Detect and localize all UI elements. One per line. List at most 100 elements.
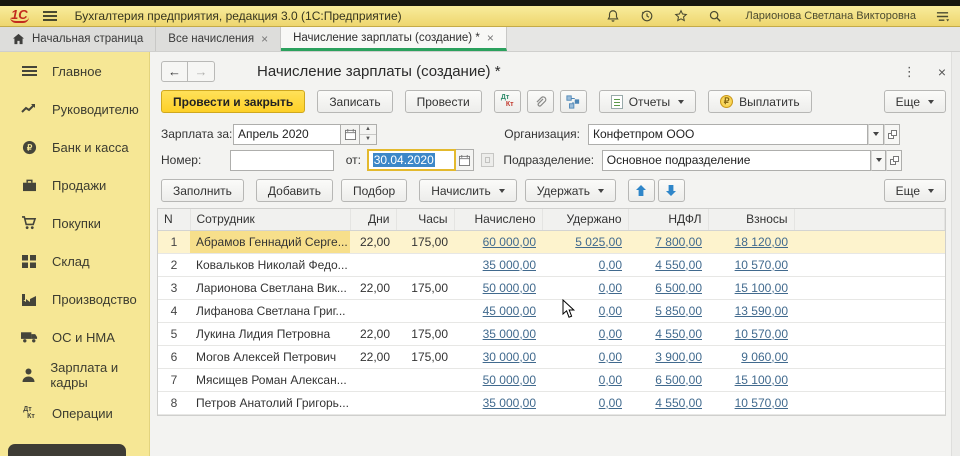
cell-days[interactable]: 22,00 (350, 322, 396, 345)
contrib-link[interactable]: 15 100,00 (735, 373, 788, 387)
col-accrued[interactable]: Начислено (454, 209, 542, 230)
cell-hours[interactable] (396, 391, 454, 414)
department-field[interactable]: Основное подразделение (602, 150, 871, 171)
doc-close-icon[interactable]: × (938, 64, 946, 80)
cell-hours[interactable] (396, 368, 454, 391)
add-button[interactable]: Добавить (256, 179, 333, 202)
withheld-link[interactable]: 0,00 (599, 304, 622, 318)
sidebar-item-purchases[interactable]: Покупки (0, 204, 149, 242)
cell-n[interactable]: 6 (158, 345, 190, 368)
cell-n[interactable]: 4 (158, 299, 190, 322)
ndfl-link[interactable]: 6 500,00 (655, 373, 702, 387)
contrib-link[interactable]: 9 060,00 (741, 350, 788, 364)
organization-open-icon[interactable] (884, 124, 900, 145)
cell-employee[interactable]: Петров Анатолий Григорь... (190, 391, 350, 414)
accrued-link[interactable]: 35 000,00 (483, 396, 536, 410)
tab-close-icon[interactable]: × (261, 32, 268, 46)
accrued-link[interactable]: 50 000,00 (483, 281, 536, 295)
cell-employee[interactable]: Абрамов Геннадий Серге... (190, 230, 350, 253)
col-employee[interactable]: Сотрудник (190, 209, 350, 230)
cell-n[interactable]: 2 (158, 253, 190, 276)
withhold-button[interactable]: Удержать (525, 179, 616, 202)
col-hours[interactable]: Часы (396, 209, 454, 230)
ndfl-link[interactable]: 6 500,00 (655, 281, 702, 295)
sidebar-item-fixed-assets[interactable]: ОС и НМА (0, 318, 149, 356)
notifications-bell-icon[interactable] (605, 8, 621, 24)
cell-employee[interactable]: Могов Алексей Петрович (190, 345, 350, 368)
cell-hours[interactable]: 175,00 (396, 345, 454, 368)
tab-close-icon[interactable]: × (487, 31, 494, 45)
cell-hours[interactable] (396, 253, 454, 276)
ndfl-link[interactable]: 4 550,00 (655, 327, 702, 341)
post-button[interactable]: Провести (405, 90, 482, 113)
cell-n[interactable]: 1 (158, 230, 190, 253)
cell-employee[interactable]: Лифанова Светлана Григ... (190, 299, 350, 322)
cell-days[interactable]: 22,00 (350, 276, 396, 299)
ndfl-link[interactable]: 4 550,00 (655, 258, 702, 272)
accrued-link[interactable]: 60 000,00 (483, 235, 536, 249)
cell-hours[interactable]: 175,00 (396, 322, 454, 345)
sidebar-item-operations[interactable]: Дт Кт Операции (0, 394, 149, 432)
accrued-link[interactable]: 30 000,00 (483, 350, 536, 364)
col-ndfl[interactable]: НДФЛ (628, 209, 708, 230)
cell-days[interactable] (350, 253, 396, 276)
pay-button[interactable]: ₽ Выплатить (708, 90, 812, 113)
salary-period-field[interactable]: Апрель 2020 (233, 124, 341, 145)
ndfl-link[interactable]: 7 800,00 (655, 235, 702, 249)
current-user-name[interactable]: Ларионова Светлана Викторовна (745, 10, 916, 22)
reports-button[interactable]: Отчеты (599, 90, 696, 113)
history-icon[interactable] (639, 8, 655, 24)
contrib-link[interactable]: 10 570,00 (735, 258, 788, 272)
toolbar-more-button[interactable]: Еще (884, 90, 946, 113)
sidebar-item-sales[interactable]: Продажи (0, 166, 149, 204)
search-icon[interactable] (707, 8, 723, 24)
col-contrib[interactable]: Взносы (708, 209, 794, 230)
cell-days[interactable] (350, 299, 396, 322)
cell-days[interactable] (350, 391, 396, 414)
move-down-button[interactable] (658, 179, 685, 202)
fill-button[interactable]: Заполнить (161, 179, 244, 202)
withheld-link[interactable]: 0,00 (599, 373, 622, 387)
cell-n[interactable]: 5 (158, 322, 190, 345)
nav-back-button[interactable]: ← (161, 61, 188, 82)
cell-days[interactable] (350, 368, 396, 391)
attachments-button[interactable] (527, 90, 554, 113)
cell-n[interactable]: 8 (158, 391, 190, 414)
department-open-icon[interactable] (886, 150, 901, 171)
tab-all-accruals[interactable]: Все начисления × (156, 27, 281, 51)
table-more-button[interactable]: Еще (884, 179, 946, 202)
document-structure-button[interactable] (560, 90, 587, 113)
ndfl-link[interactable]: 3 900,00 (655, 350, 702, 364)
move-up-button[interactable] (628, 179, 655, 202)
department-dropdown-icon[interactable] (871, 150, 886, 171)
contrib-link[interactable]: 15 100,00 (735, 281, 788, 295)
organization-field[interactable]: Конфетпром ООО (588, 124, 868, 145)
col-n[interactable]: N (158, 209, 190, 230)
service-menu-icon[interactable] (934, 8, 950, 24)
contrib-link[interactable]: 18 120,00 (735, 235, 788, 249)
cell-employee[interactable]: Лукина Лидия Петровна (190, 322, 350, 345)
post-and-close-button[interactable]: Провести и закрыть (161, 90, 305, 113)
withheld-link[interactable]: 5 025,00 (575, 235, 622, 249)
show-postings-button[interactable]: ДтКт (494, 90, 521, 113)
cell-employee[interactable]: Ларионова Светлана Вик... (190, 276, 350, 299)
nav-forward-button[interactable]: → (188, 61, 215, 82)
sidebar-item-salary-hr[interactable]: Зарплата и кадры (0, 356, 149, 394)
accrued-link[interactable]: 35 000,00 (483, 258, 536, 272)
sidebar-item-production[interactable]: Производство (0, 280, 149, 318)
cell-hours[interactable] (396, 299, 454, 322)
period-spinner[interactable]: ▲▼ (360, 124, 377, 145)
tab-salary-accrual[interactable]: Начисление зарплаты (создание) * × (281, 27, 507, 51)
sidebar-item-manager[interactable]: Руководителю (0, 90, 149, 128)
withheld-link[interactable]: 0,00 (599, 350, 622, 364)
withheld-link[interactable]: 0,00 (599, 396, 622, 410)
pick-button[interactable]: Подбор (341, 179, 407, 202)
tab-home[interactable]: Начальная страница (0, 27, 156, 51)
accrued-link[interactable]: 50 000,00 (483, 373, 536, 387)
contrib-link[interactable]: 10 570,00 (735, 327, 788, 341)
ndfl-link[interactable]: 4 550,00 (655, 396, 702, 410)
sidebar-item-main[interactable]: Главное (0, 52, 149, 90)
accrued-link[interactable]: 45 000,00 (483, 304, 536, 318)
contrib-link[interactable]: 10 570,00 (735, 396, 788, 410)
sidebar-item-warehouse[interactable]: Склад (0, 242, 149, 280)
